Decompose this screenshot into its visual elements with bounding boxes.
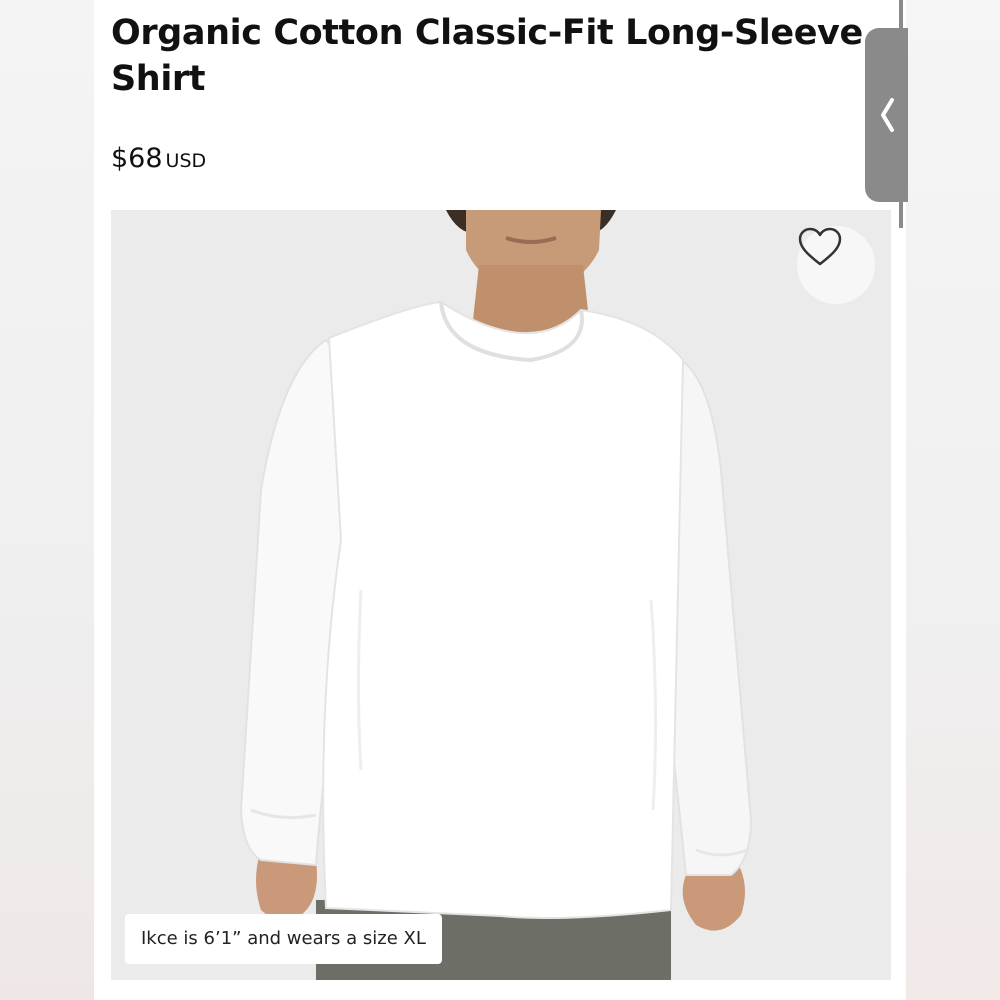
- favorite-button[interactable]: [797, 226, 875, 304]
- side-panel-toggle[interactable]: [865, 28, 908, 202]
- chevron-left-icon: [880, 98, 894, 132]
- product-page: Organic Cotton Classic-Fit Long-Sleeve S…: [94, 0, 906, 1000]
- product-title: Organic Cotton Classic-Fit Long-Sleeve S…: [111, 13, 863, 99]
- product-image[interactable]: Ikce is 6’1” and wears a size XL: [111, 210, 891, 980]
- heart-icon: [798, 227, 842, 266]
- price-amount: $68: [111, 143, 163, 174]
- model-photo: [239, 210, 753, 980]
- backdrop-left: [0, 0, 94, 1000]
- model-size-caption: Ikce is 6’1” and wears a size XL: [125, 914, 442, 964]
- price-currency: USD: [165, 150, 207, 172]
- backdrop-right: [906, 0, 1000, 1000]
- price-row: $68 USD: [111, 143, 206, 174]
